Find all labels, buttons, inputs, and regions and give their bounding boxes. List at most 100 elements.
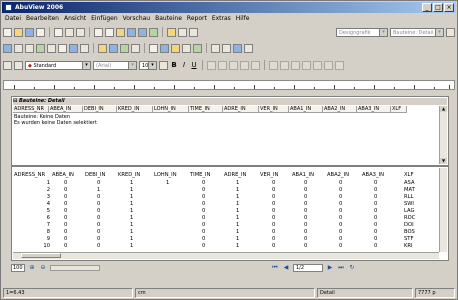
cut-icon[interactable] [94, 27, 103, 37]
grid-column-header[interactable]: TIME_IN [190, 172, 210, 179]
detail-vertical-scrollbar[interactable]: ▲ ▼ [439, 106, 447, 164]
grid-horizontal-scrollbar[interactable] [13, 252, 439, 259]
zoom-out-icon[interactable]: ⊖ [39, 264, 47, 272]
table-icon[interactable] [127, 27, 136, 37]
detail-column-header[interactable]: TIME_IN [189, 106, 223, 113]
grid-vertical-scrollbar[interactable] [439, 168, 447, 252]
align-left-text-icon[interactable] [207, 60, 216, 70]
grid-column-header[interactable]: VER_IN [260, 172, 278, 179]
chart-icon[interactable] [109, 43, 118, 53]
refresh-icon[interactable] [193, 43, 202, 53]
underline-button[interactable]: U [190, 61, 198, 69]
report-icon[interactable] [131, 43, 140, 53]
page-indicator[interactable]: 1/2 [293, 264, 323, 272]
style-dropdown[interactable]: ◆ Standard ▾ [25, 60, 91, 70]
ungroup-icon[interactable] [47, 43, 56, 53]
detail-column-header[interactable]: KRED_IN [117, 106, 153, 113]
new-icon[interactable] [3, 27, 12, 37]
undo-icon[interactable] [65, 27, 74, 37]
zoom-slider[interactable] [50, 265, 100, 271]
align-center-icon[interactable] [25, 43, 34, 53]
format-toggle-icon[interactable] [3, 60, 12, 70]
close-button[interactable]: × [444, 3, 454, 12]
first-page-icon[interactable]: ⏮ [271, 264, 279, 272]
align-center-text-icon[interactable] [218, 60, 227, 70]
grid-column-header[interactable]: ABA3_IN [362, 172, 384, 179]
detail-column-header[interactable]: ABA1_IN [289, 106, 323, 113]
detail-column-header[interactable]: ABA2_IN [323, 106, 357, 113]
size-icon[interactable] [302, 60, 311, 70]
redo-icon[interactable] [76, 27, 85, 37]
format-options-icon[interactable] [14, 60, 23, 70]
sum-icon[interactable] [98, 43, 107, 53]
next-page-icon[interactable]: ▶ [326, 264, 334, 272]
refresh-icon[interactable]: ↻ [348, 264, 356, 272]
back-icon[interactable] [69, 43, 78, 53]
menu-vorschau[interactable]: Vorschau [123, 14, 150, 23]
justify-text-icon[interactable] [240, 60, 249, 70]
database-icon[interactable] [149, 43, 158, 53]
distribute-icon[interactable] [324, 60, 333, 70]
fill-icon[interactable] [280, 60, 289, 70]
scroll-down-icon[interactable]: ▼ [440, 158, 447, 164]
lock-icon[interactable] [80, 43, 89, 53]
zoom-out-icon[interactable] [222, 43, 231, 53]
menu-extras[interactable]: Extras [212, 14, 231, 23]
scroll-thumb[interactable] [21, 253, 61, 258]
save-icon[interactable] [25, 27, 34, 37]
grid-column-header[interactable]: ADRESS_NR [14, 172, 45, 179]
settings-icon[interactable] [446, 27, 455, 37]
grid-icon[interactable] [3, 43, 12, 53]
menu-einfuegen[interactable]: Einfügen [91, 14, 117, 23]
menu-hilfe[interactable]: Hilfe [236, 14, 250, 23]
menu-bearbeiten[interactable]: Bearbeiten [26, 14, 59, 23]
grid-column-header[interactable]: LOHN_IN [154, 172, 177, 179]
bauteine-dropdown[interactable]: Bauteine: Detail ▾ [390, 27, 444, 37]
minimize-button[interactable]: _ [422, 3, 432, 12]
barcode-icon[interactable] [120, 43, 129, 53]
border-icon[interactable] [269, 60, 278, 70]
zoom-in-icon[interactable] [211, 43, 220, 53]
detail-column-header[interactable]: VER_IN [259, 106, 289, 113]
paste-icon[interactable] [116, 27, 125, 37]
spacing-icon[interactable] [313, 60, 322, 70]
collapse-icon[interactable]: ⊟ [13, 98, 17, 104]
picture-icon[interactable] [149, 27, 158, 37]
scroll-up-icon[interactable]: ▲ [440, 106, 447, 112]
grid-column-header[interactable]: ABA1_IN [292, 172, 314, 179]
menu-ansicht[interactable]: Ansicht [64, 14, 86, 23]
frame-icon[interactable] [138, 27, 147, 37]
align-left-icon[interactable] [14, 43, 23, 53]
designgrafik-dropdown[interactable]: Designgrafik ▾ [336, 27, 388, 37]
query-icon[interactable] [182, 43, 191, 53]
preview-icon[interactable] [54, 27, 63, 37]
prev-page-icon[interactable]: ◀ [282, 264, 290, 272]
grid-column-header[interactable]: KRED_IN [118, 172, 140, 179]
sort-icon[interactable] [171, 43, 180, 53]
bold-button[interactable]: B [170, 61, 178, 69]
position-icon[interactable] [291, 60, 300, 70]
detail-column-header[interactable]: LOHN_IN [153, 106, 189, 113]
filter-icon[interactable] [160, 43, 169, 53]
grid-column-header[interactable]: ABEA_IN [52, 172, 74, 179]
title-bar[interactable]: AbuView 2006 _ □ × [2, 2, 456, 13]
line-icon[interactable] [167, 27, 176, 37]
font-size-dropdown[interactable]: 10 ▾ [139, 60, 157, 70]
zoom-in-icon[interactable]: ⊕ [28, 264, 36, 272]
detail-column-header[interactable]: XLF [391, 106, 407, 113]
last-page-icon[interactable]: ⏭ [337, 264, 345, 272]
italic-button[interactable]: I [180, 61, 188, 69]
open-icon[interactable] [14, 27, 23, 37]
menu-report[interactable]: Report [187, 14, 207, 23]
maximize-button[interactable]: □ [433, 3, 443, 12]
menu-bauteine[interactable]: Bauteine [155, 14, 182, 23]
detail-column-header[interactable]: DEBI_IN [83, 106, 117, 113]
align-right-text-icon[interactable] [229, 60, 238, 70]
grow-font-icon[interactable] [159, 60, 168, 70]
field-icon[interactable] [189, 27, 198, 37]
text-icon[interactable] [178, 27, 187, 37]
page-setup-icon[interactable] [233, 43, 242, 53]
group-icon[interactable] [36, 43, 45, 53]
copy-icon[interactable] [105, 27, 114, 37]
font-dropdown[interactable]: (Arial) ▾ [93, 60, 137, 70]
